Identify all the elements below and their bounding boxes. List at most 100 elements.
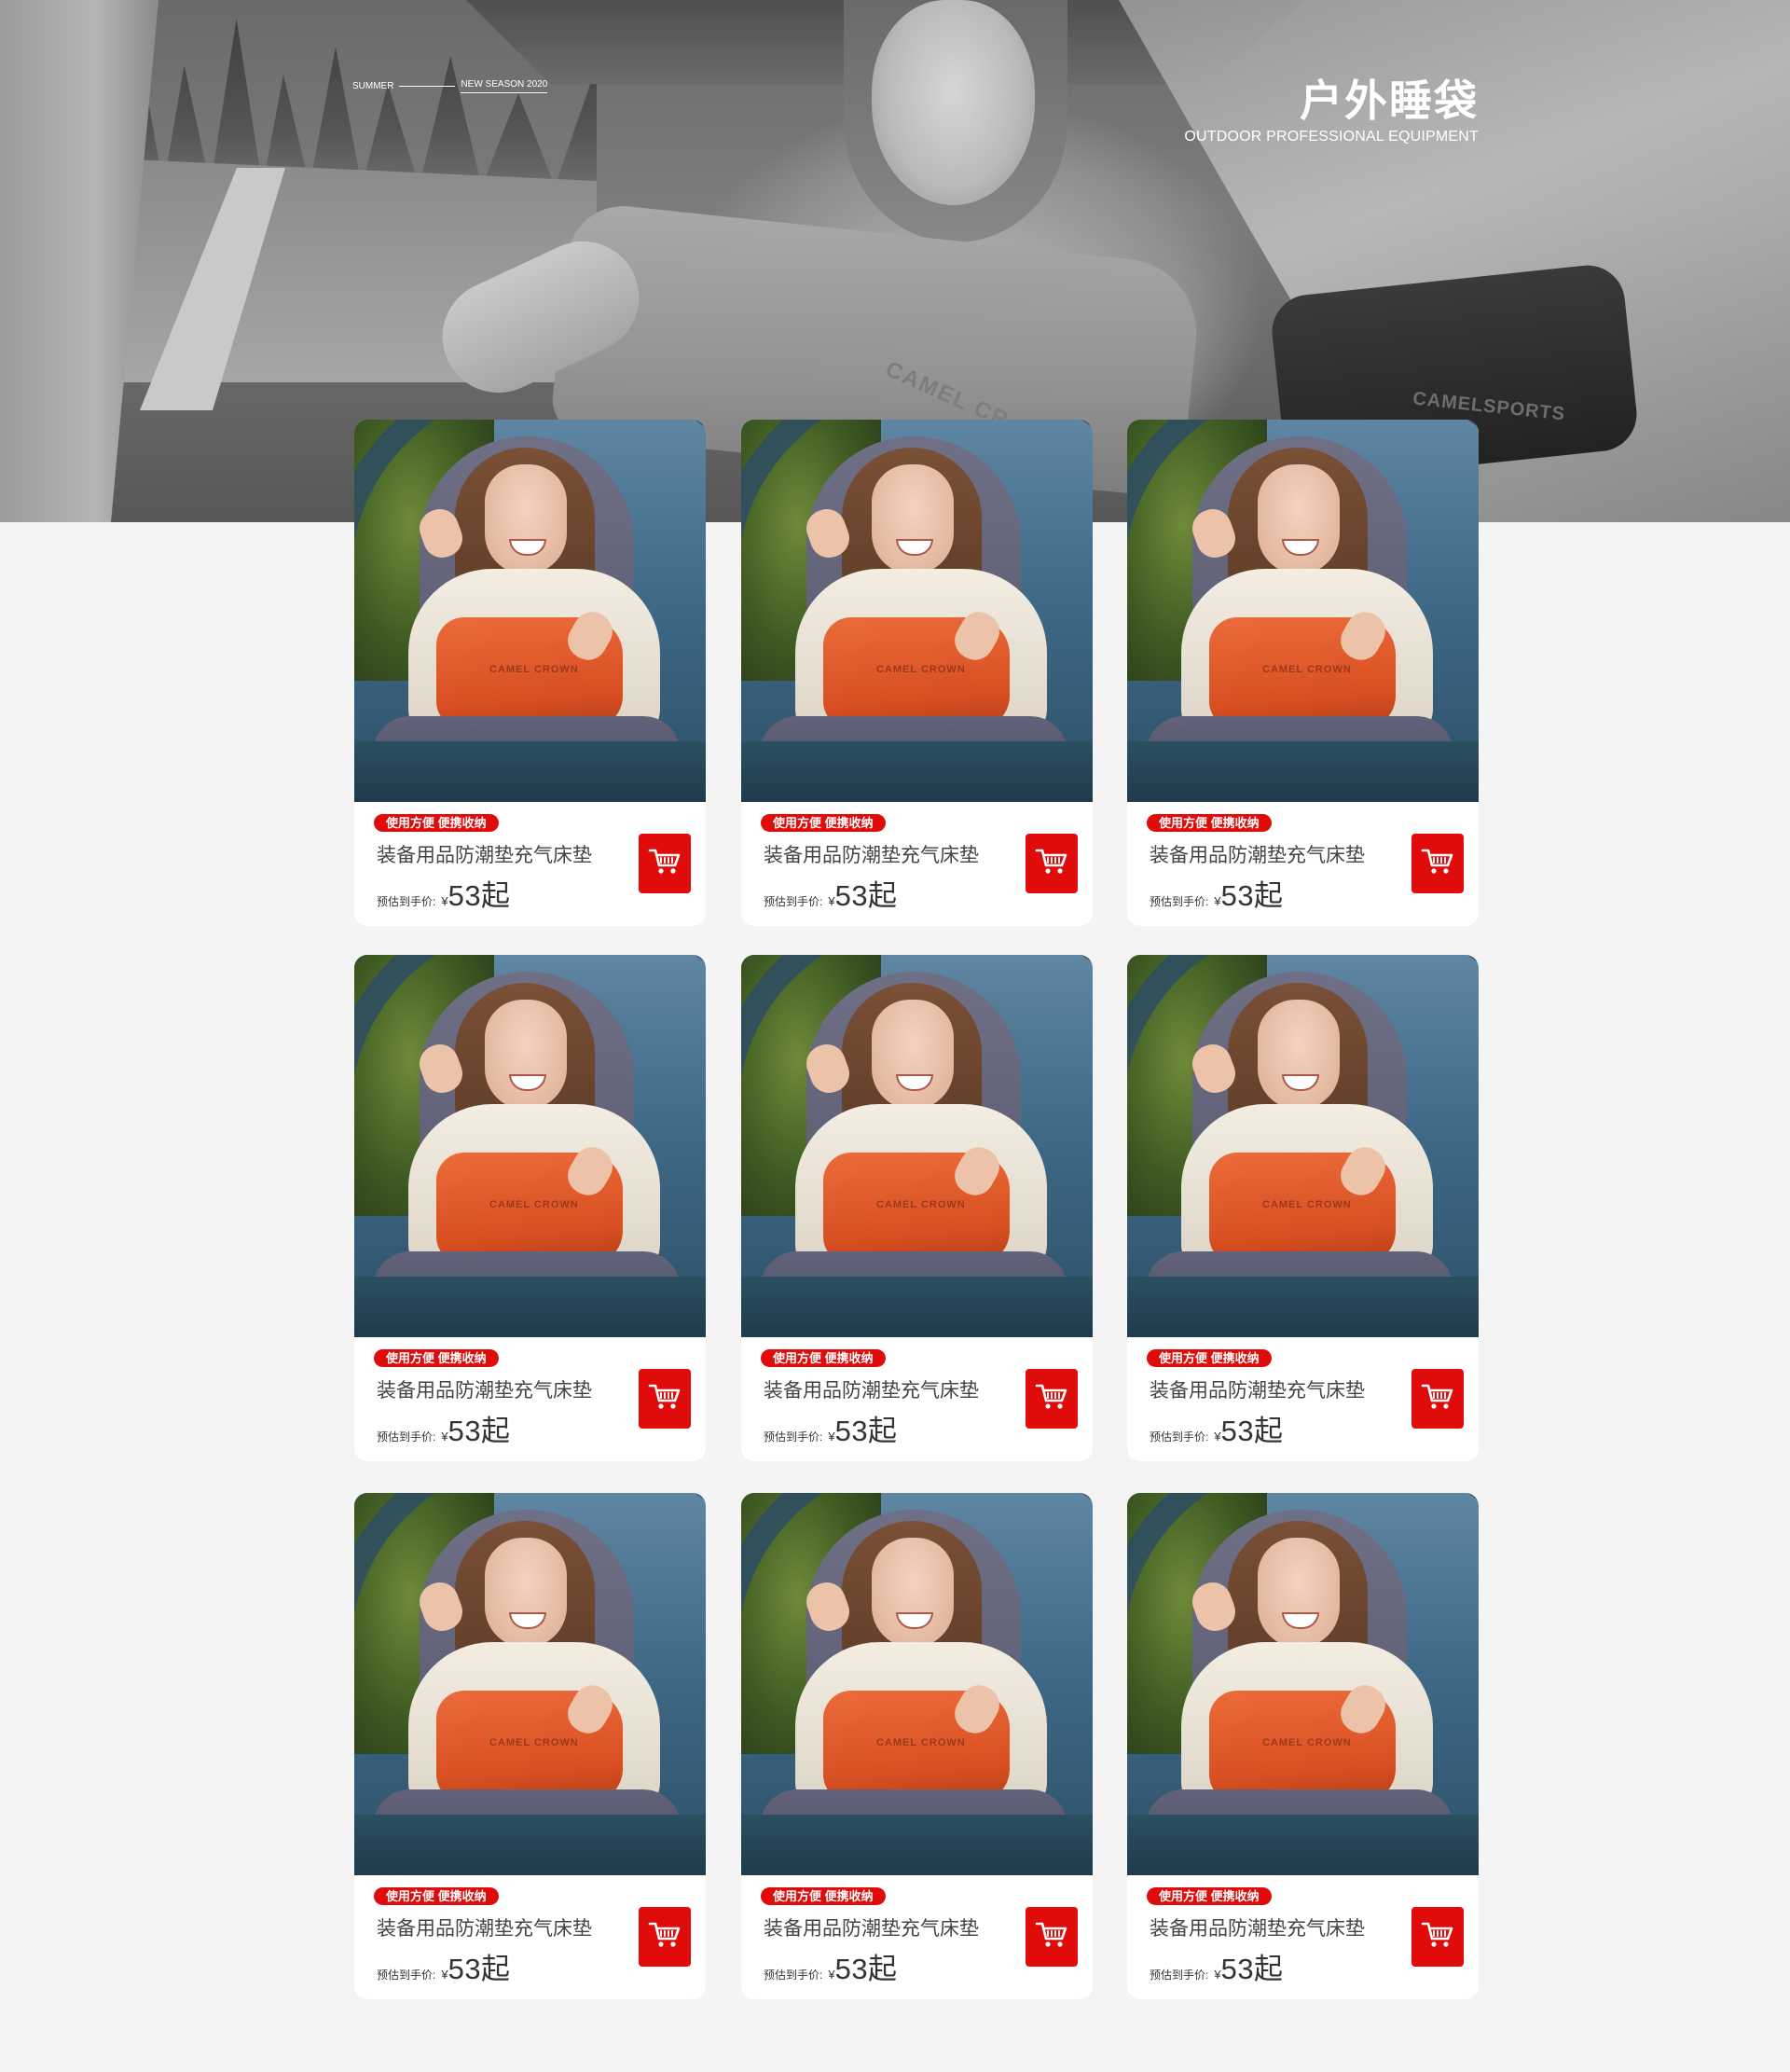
product-name[interactable]: 装备用品防潮垫充气床垫 xyxy=(764,840,979,868)
currency-symbol: ¥ xyxy=(441,1430,448,1443)
feature-tag: 使用方便 便携收纳 xyxy=(374,1349,499,1367)
hero-tagline-right: NEW SEASON 2020 xyxy=(461,79,548,93)
add-to-cart-button[interactable] xyxy=(639,1369,691,1429)
photo-bag-logo: CAMEL CROWN xyxy=(489,664,579,675)
price-label: 预估到手价: xyxy=(764,1968,823,1982)
product-card[interactable]: CAMEL CROWN 使用方便 便携收纳 装备用品防潮垫充气床垫 预估到手价:… xyxy=(1127,1493,1479,1999)
hero-tent-left xyxy=(0,0,158,522)
shopping-cart-icon xyxy=(648,1382,682,1416)
feature-tag: 使用方便 便携收纳 xyxy=(761,1887,886,1905)
product-photo[interactable]: CAMEL CROWN xyxy=(1127,1493,1479,1875)
price-value: 53起 xyxy=(834,1953,898,1985)
hero-person-face xyxy=(872,0,1035,205)
price-row: 预估到手价: ¥53起 xyxy=(1150,1407,1284,1449)
photo-mat xyxy=(1127,741,1479,802)
shopping-cart-icon xyxy=(1421,1382,1454,1416)
add-to-cart-button[interactable] xyxy=(1026,834,1078,893)
price-label: 预估到手价: xyxy=(1150,895,1209,908)
product-name[interactable]: 装备用品防潮垫充气床垫 xyxy=(764,1913,979,1941)
add-to-cart-button[interactable] xyxy=(1411,1907,1464,1967)
product-name[interactable]: 装备用品防潮垫充气床垫 xyxy=(377,1375,592,1403)
photo-bag-logo: CAMEL CROWN xyxy=(1262,664,1352,675)
feature-tag: 使用方便 便携收纳 xyxy=(761,814,886,832)
product-name[interactable]: 装备用品防潮垫充气床垫 xyxy=(377,1913,592,1941)
photo-mat xyxy=(354,1277,706,1337)
product-name[interactable]: 装备用品防潮垫充气床垫 xyxy=(764,1375,979,1403)
price-value: 53起 xyxy=(1220,1953,1284,1985)
price-value: 53起 xyxy=(834,1415,898,1447)
product-name[interactable]: 装备用品防潮垫充气床垫 xyxy=(377,840,592,868)
add-to-cart-button[interactable] xyxy=(1411,834,1464,893)
add-to-cart-button[interactable] xyxy=(639,834,691,893)
photo-face xyxy=(1258,1000,1340,1110)
price-label: 预估到手价: xyxy=(377,895,436,908)
product-photo[interactable]: CAMEL CROWN xyxy=(354,955,706,1337)
product-photo[interactable]: CAMEL CROWN xyxy=(741,420,1093,802)
product-info: 使用方便 便携收纳 装备用品防潮垫充气床垫 预估到手价: ¥53起 xyxy=(354,1337,706,1461)
product-card[interactable]: CAMEL CROWN 使用方便 便携收纳 装备用品防潮垫充气床垫 预估到手价:… xyxy=(1127,420,1479,926)
photo-mat xyxy=(741,1277,1093,1337)
product-photo[interactable]: CAMEL CROWN xyxy=(1127,955,1479,1337)
feature-tag: 使用方便 便携收纳 xyxy=(1147,1349,1272,1367)
hero-tagline: SUMMER NEW SEASON 2020 xyxy=(352,76,548,95)
currency-symbol: ¥ xyxy=(1214,1968,1221,1982)
price-row: 预估到手价: ¥53起 xyxy=(1150,872,1284,914)
photo-bag-logo: CAMEL CROWN xyxy=(1262,1737,1352,1748)
photo-face xyxy=(872,1000,954,1110)
photo-bag-logo: CAMEL CROWN xyxy=(876,1199,966,1210)
product-info: 使用方便 便携收纳 装备用品防潮垫充气床垫 预估到手价: ¥53起 xyxy=(354,1875,706,1999)
currency-symbol: ¥ xyxy=(1214,894,1221,908)
photo-face xyxy=(872,1538,954,1648)
product-name[interactable]: 装备用品防潮垫充气床垫 xyxy=(1150,1913,1365,1941)
photo-mat xyxy=(1127,1815,1479,1875)
add-to-cart-button[interactable] xyxy=(1026,1369,1078,1429)
price-value: 53起 xyxy=(1220,1415,1284,1447)
add-to-cart-button[interactable] xyxy=(1026,1907,1078,1967)
product-info: 使用方便 便携收纳 装备用品防潮垫充气床垫 预估到手价: ¥53起 xyxy=(354,802,706,926)
add-to-cart-button[interactable] xyxy=(639,1907,691,1967)
product-card[interactable]: CAMEL CROWN 使用方便 便携收纳 装备用品防潮垫充气床垫 预估到手价:… xyxy=(354,1493,706,1999)
shopping-cart-icon xyxy=(1035,1382,1068,1416)
price-row: 预估到手价: ¥53起 xyxy=(764,872,898,914)
photo-face xyxy=(1258,1538,1340,1648)
photo-bag-logo: CAMEL CROWN xyxy=(489,1737,579,1748)
shopping-cart-icon xyxy=(1035,1920,1068,1955)
feature-tag: 使用方便 便携收纳 xyxy=(374,814,499,832)
photo-bag-logo: CAMEL CROWN xyxy=(876,664,966,675)
product-card[interactable]: CAMEL CROWN 使用方便 便携收纳 装备用品防潮垫充气床垫 预估到手价:… xyxy=(741,955,1093,1461)
product-photo[interactable]: CAMEL CROWN xyxy=(741,1493,1093,1875)
product-card[interactable]: CAMEL CROWN 使用方便 便携收纳 装备用品防潮垫充气床垫 预估到手价:… xyxy=(741,1493,1093,1999)
product-card[interactable]: CAMEL CROWN 使用方便 便携收纳 装备用品防潮垫充气床垫 预估到手价:… xyxy=(354,955,706,1461)
product-info: 使用方便 便携收纳 装备用品防潮垫充气床垫 预估到手价: ¥53起 xyxy=(741,1875,1093,1999)
product-photo[interactable]: CAMEL CROWN xyxy=(354,1493,706,1875)
product-info: 使用方便 便携收纳 装备用品防潮垫充气床垫 预估到手价: ¥53起 xyxy=(741,802,1093,926)
photo-mat xyxy=(354,741,706,802)
currency-symbol: ¥ xyxy=(441,894,448,908)
currency-symbol: ¥ xyxy=(828,1968,835,1982)
photo-bag-logo: CAMEL CROWN xyxy=(1262,1199,1352,1210)
add-to-cart-button[interactable] xyxy=(1411,1369,1464,1429)
hero-tagline-left: SUMMER xyxy=(352,80,394,91)
product-photo[interactable]: CAMEL CROWN xyxy=(741,955,1093,1337)
hero-title: 户外睡袋 xyxy=(1300,76,1479,125)
product-name[interactable]: 装备用品防潮垫充气床垫 xyxy=(1150,840,1365,868)
shopping-cart-icon xyxy=(648,847,682,881)
product-photo[interactable]: CAMEL CROWN xyxy=(354,420,706,802)
price-row: 预估到手价: ¥53起 xyxy=(377,872,511,914)
product-info: 使用方便 便携收纳 装备用品防潮垫充气床垫 预估到手价: ¥53起 xyxy=(741,1337,1093,1461)
product-card[interactable]: CAMEL CROWN 使用方便 便携收纳 装备用品防潮垫充气床垫 预估到手价:… xyxy=(1127,955,1479,1461)
price-label: 预估到手价: xyxy=(764,895,823,908)
price-label: 预估到手价: xyxy=(1150,1430,1209,1443)
price-row: 预估到手价: ¥53起 xyxy=(1150,1945,1284,1987)
price-label: 预估到手价: xyxy=(377,1968,436,1982)
product-name[interactable]: 装备用品防潮垫充气床垫 xyxy=(1150,1375,1365,1403)
feature-tag: 使用方便 便携收纳 xyxy=(1147,1887,1272,1905)
product-card[interactable]: CAMEL CROWN 使用方便 便携收纳 装备用品防潮垫充气床垫 预估到手价:… xyxy=(741,420,1093,926)
photo-face xyxy=(872,464,954,574)
currency-symbol: ¥ xyxy=(828,894,835,908)
product-card[interactable]: CAMEL CROWN 使用方便 便携收纳 装备用品防潮垫充气床垫 预估到手价:… xyxy=(354,420,706,926)
price-row: 预估到手价: ¥53起 xyxy=(377,1407,511,1449)
photo-mat xyxy=(1127,1277,1479,1337)
price-value: 53起 xyxy=(448,1415,511,1447)
product-photo[interactable]: CAMEL CROWN xyxy=(1127,420,1479,802)
